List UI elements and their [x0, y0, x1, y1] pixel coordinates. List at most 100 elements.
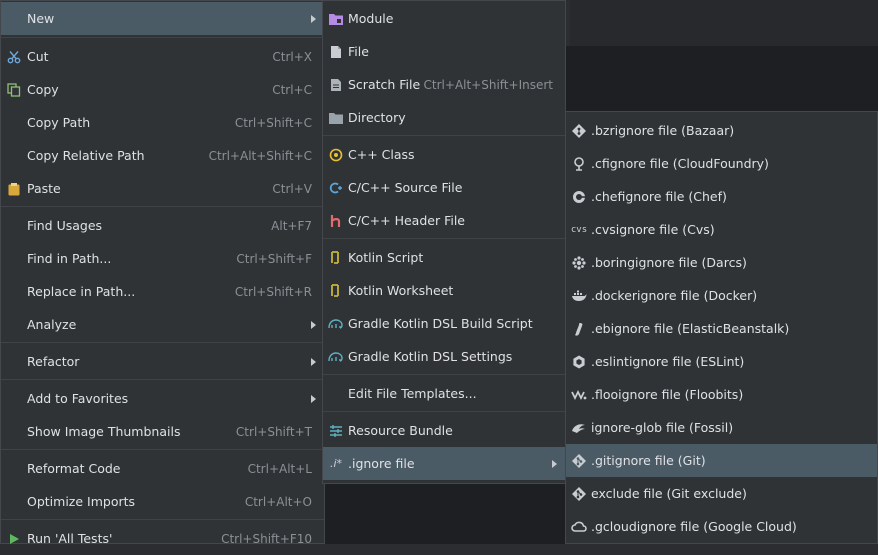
menu-item-label: ignore-glob file (Fossil) — [591, 420, 734, 435]
menu-item-gradle-kotlin-dsl-settings[interactable]: Gradle Kotlin DSL Settings — [323, 340, 565, 373]
menu-item-label: C/C++ Source File — [348, 180, 463, 195]
menu-item-gcloudignore[interactable]: .gcloudignore file (Google Cloud) — [566, 510, 877, 543]
separator — [323, 135, 565, 136]
menu-item-label: .gcloudignore file (Google Cloud) — [591, 519, 797, 534]
menu-item-ignore-file[interactable]: .i* .ignore file — [323, 447, 565, 480]
menu-item-label: Copy Relative Path — [27, 148, 145, 163]
cvs-icon: cvs — [570, 224, 588, 235]
folder-icon — [328, 110, 344, 126]
menu-item-add-to-favorites[interactable]: Add to Favorites — [1, 382, 324, 415]
menu-item-label: Replace in Path... — [27, 284, 136, 299]
menu-item-shortcut: Ctrl+V — [272, 181, 312, 196]
menu-item-label: Copy Path — [27, 115, 91, 130]
menu-item-run-all-tests[interactable]: Run 'All Tests' Ctrl+Shift+F10 — [1, 522, 324, 555]
menu-item-shortcut: Ctrl+Alt+L — [247, 461, 312, 476]
menu-item-analyze[interactable]: Analyze — [1, 308, 324, 341]
menu-item-refactor[interactable]: Refactor — [1, 345, 324, 378]
cloudfoundry-icon — [571, 156, 587, 172]
menu-item-kotlin-script[interactable]: Kotlin Script — [323, 241, 565, 274]
menu-item-copy-path[interactable]: Copy Path Ctrl+Shift+C — [1, 106, 324, 139]
menu-item-label: .ebignore file (ElasticBeanstalk) — [591, 321, 790, 336]
menu-item-reformat-code[interactable]: Reformat Code Ctrl+Alt+L — [1, 452, 324, 485]
git-icon — [571, 486, 587, 502]
menu-item-label: Edit File Templates... — [348, 386, 477, 401]
menu-item-shortcut: Ctrl+C — [272, 82, 312, 97]
separator — [323, 411, 565, 412]
c-source-file-icon — [328, 180, 344, 196]
menu-item-label: Gradle Kotlin DSL Settings — [348, 349, 513, 364]
menu-item-edit-file-templates[interactable]: Edit File Templates... — [323, 377, 565, 410]
file-icon — [328, 44, 344, 60]
menu-item-copy[interactable]: Copy Ctrl+C — [1, 73, 324, 106]
context-menu: New Cut Ctrl+X Copy Ctrl+C Copy Path Ctr… — [0, 0, 325, 546]
menu-item-find-usages[interactable]: Find Usages Alt+F7 — [1, 209, 324, 242]
menu-item-show-image-thumbnails[interactable]: Show Image Thumbnails Ctrl+Shift+T — [1, 415, 324, 448]
menu-item-resource-bundle[interactable]: Resource Bundle — [323, 414, 565, 447]
menu-item-c-cpp-header-file[interactable]: C/C++ Header File — [323, 204, 565, 237]
ignore-file-submenu: .bzrignore file (Bazaar) .cfignore file … — [565, 111, 878, 544]
docker-icon — [571, 288, 587, 304]
menu-item-label: .dockerignore file (Docker) — [591, 288, 758, 303]
submenu-arrow-icon — [552, 459, 557, 468]
menu-item-file[interactable]: File — [323, 35, 565, 68]
menu-item-git-exclude[interactable]: exclude file (Git exclude) — [566, 477, 877, 510]
menu-item-shortcut: Ctrl+Alt+O — [244, 494, 312, 509]
menu-item-find-in-path[interactable]: Find in Path... Ctrl+Shift+F — [1, 242, 324, 275]
menu-item-gradle-kotlin-dsl-build-script[interactable]: Gradle Kotlin DSL Build Script — [323, 307, 565, 340]
menu-item-new[interactable]: New — [1, 2, 324, 35]
menu-item-label: Cut — [27, 49, 49, 64]
menu-item-label: .boringignore file (Darcs) — [591, 255, 747, 270]
menu-item-c-cpp-source-file[interactable]: C/C++ Source File — [323, 171, 565, 204]
menu-item-cpp-class[interactable]: C++ Class — [323, 138, 565, 171]
separator — [1, 206, 324, 207]
menu-item-scratch-file[interactable]: Scratch File Ctrl+Alt+Shift+Insert — [323, 68, 565, 101]
menu-item-label: Show Image Thumbnails — [27, 424, 181, 439]
menu-item-label: Copy — [27, 82, 59, 97]
menu-item-bzrignore[interactable]: .bzrignore file (Bazaar) — [566, 114, 877, 147]
menu-item-cfignore[interactable]: .cfignore file (CloudFoundry) — [566, 147, 877, 180]
submenu-arrow-icon — [311, 14, 316, 23]
menu-item-label: .eslintignore file (ESLint) — [591, 354, 745, 369]
eslint-icon — [571, 354, 587, 370]
menu-item-cut[interactable]: Cut Ctrl+X — [1, 40, 324, 73]
menu-item-label: File — [348, 44, 369, 59]
c-header-file-icon — [328, 213, 344, 229]
separator — [323, 238, 565, 239]
resource-bundle-icon — [328, 423, 344, 439]
menu-item-kotlin-worksheet[interactable]: Kotlin Worksheet — [323, 274, 565, 307]
menu-item-label: Gradle Kotlin DSL Build Script — [348, 316, 533, 331]
menu-item-shortcut: Ctrl+Shift+C — [234, 115, 312, 130]
chef-icon — [571, 189, 587, 205]
menu-item-shortcut: Ctrl+Shift+R — [234, 284, 312, 299]
menu-item-label: New — [27, 11, 55, 26]
fossil-icon — [571, 420, 587, 436]
menu-item-label: Scratch File — [348, 77, 421, 92]
menu-item-label: Find in Path... — [27, 251, 112, 266]
gradle-icon — [328, 349, 344, 365]
menu-item-paste[interactable]: Paste Ctrl+V — [1, 172, 324, 205]
menu-item-ebignore[interactable]: .ebignore file (ElasticBeanstalk) — [566, 312, 877, 345]
menu-item-ignore-glob[interactable]: ignore-glob file (Fossil) — [566, 411, 877, 444]
menu-item-optimize-imports[interactable]: Optimize Imports Ctrl+Alt+O — [1, 485, 324, 518]
menu-item-directory[interactable]: Directory — [323, 101, 565, 134]
menu-item-chefignore[interactable]: .chefignore file (Chef) — [566, 180, 877, 213]
menu-item-shortcut: Ctrl+X — [272, 49, 312, 64]
menu-item-label: C++ Class — [348, 147, 415, 162]
menu-item-boringignore[interactable]: .boringignore file (Darcs) — [566, 246, 877, 279]
elasticbeanstalk-icon — [571, 321, 587, 337]
menu-item-eslintignore[interactable]: .eslintignore file (ESLint) — [566, 345, 877, 378]
menu-item-cvsignore[interactable]: cvs .cvsignore file (Cvs) — [566, 213, 877, 246]
menu-item-label: Paste — [27, 181, 61, 196]
separator — [323, 374, 565, 375]
menu-item-dockerignore[interactable]: .dockerignore file (Docker) — [566, 279, 877, 312]
menu-item-gitignore[interactable]: .gitignore file (Git) — [566, 444, 877, 477]
new-submenu: Module File Scratch File Ctrl+Alt+Shift+… — [322, 0, 566, 484]
submenu-arrow-icon — [311, 357, 316, 366]
menu-item-flooignore[interactable]: .flooignore file (Floobits) — [566, 378, 877, 411]
menu-item-label: Directory — [348, 110, 406, 125]
menu-item-replace-in-path[interactable]: Replace in Path... Ctrl+Shift+R — [1, 275, 324, 308]
menu-item-copy-relative-path[interactable]: Copy Relative Path Ctrl+Alt+Shift+C — [1, 139, 324, 172]
menu-item-label: Kotlin Worksheet — [348, 283, 454, 298]
menu-item-module[interactable]: Module — [323, 2, 565, 35]
cpp-class-icon — [328, 147, 344, 163]
